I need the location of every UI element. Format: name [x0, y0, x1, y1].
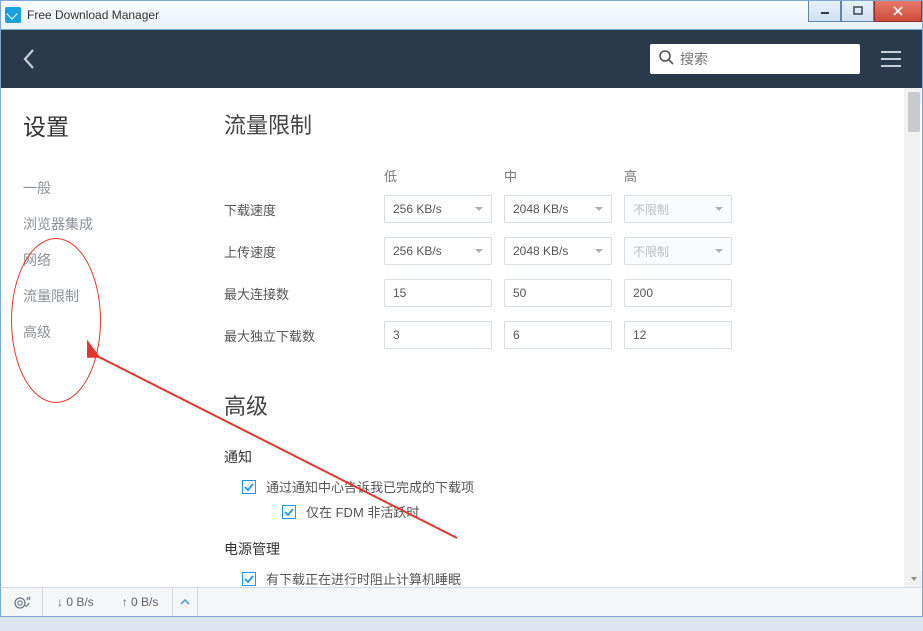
col-low: 低 [384, 166, 504, 185]
row-label: 下载速度 [224, 200, 384, 219]
notify-completed-label: 通过通知中心告诉我已完成的下载项 [266, 477, 474, 496]
row-label: 最大独立下载数 [224, 326, 384, 345]
speed-dropdown[interactable]: 不限制 [624, 237, 732, 265]
row-label: 上传速度 [224, 242, 384, 261]
col-mid: 中 [504, 166, 624, 185]
number-input[interactable]: 3 [384, 321, 492, 349]
menu-button[interactable] [876, 44, 906, 74]
speed-dropdown[interactable]: 不限制 [624, 195, 732, 223]
notify-inactive-row[interactable]: 仅在 FDM 非活跃时 [282, 502, 894, 521]
traffic-row: 最大独立下载数36 12 [224, 321, 894, 349]
speed-dropdown[interactable]: 2048 KB/s [504, 195, 612, 223]
traffic-row: 最大连接数15 50 200 [224, 279, 894, 307]
window-title: Free Download Manager [27, 8, 159, 22]
close-button[interactable] [874, 1, 922, 22]
number-input[interactable]: 12 [624, 321, 732, 349]
search-icon [658, 49, 674, 70]
power-prevent-sleep-label: 有下载正在进行时阻止计算机睡眠 [266, 569, 461, 587]
speed-dropdown[interactable]: 2048 KB/s [504, 237, 612, 265]
notify-inactive-label: 仅在 FDM 非活跃时 [306, 502, 419, 521]
main-area: 设置 一般 浏览器集成 网络 流量限制 高级 流量限制 低 中 高 下载速度25… [0, 88, 923, 587]
window-titlebar: Free Download Manager [0, 0, 923, 30]
search-input[interactable] [680, 51, 852, 67]
notify-label: 通知 [224, 447, 894, 467]
back-button[interactable] [17, 47, 41, 71]
settings-sidebar: 设置 一般 浏览器集成 网络 流量限制 高级 [1, 88, 196, 587]
search-box[interactable] [650, 44, 860, 74]
snail-mode-button[interactable] [1, 588, 43, 616]
scrollbar-thumb[interactable] [908, 92, 920, 132]
status-bar: ↓ 0 B/s ↑ 0 B/s [0, 587, 923, 617]
speed-dropdown[interactable]: 256 KB/s [384, 195, 492, 223]
sidebar-item-general[interactable]: 一般 [23, 170, 196, 206]
sidebar-item-advanced[interactable]: 高级 [23, 314, 196, 350]
number-input[interactable]: 15 [384, 279, 492, 307]
download-speed: ↓ 0 B/s [43, 595, 108, 609]
sidebar-item-browser[interactable]: 浏览器集成 [23, 206, 196, 242]
upload-speed: ↑ 0 B/s [108, 595, 173, 609]
sidebar-item-network[interactable]: 网络 [23, 242, 196, 278]
row-label: 最大连接数 [224, 284, 384, 303]
sidebar-title: 设置 [23, 108, 196, 142]
column-headers: 低 中 高 [384, 166, 894, 185]
power-label: 电源管理 [224, 539, 894, 559]
section-traffic-heading: 流量限制 [224, 108, 894, 140]
col-high: 高 [624, 166, 744, 185]
checkbox-checked-icon [242, 572, 256, 586]
traffic-row: 下载速度256 KB/s 2048 KB/s 不限制 [224, 195, 894, 223]
maximize-button[interactable] [841, 1, 874, 22]
number-input[interactable]: 50 [504, 279, 612, 307]
speed-dropdown[interactable]: 256 KB/s [384, 237, 492, 265]
number-input[interactable]: 200 [624, 279, 732, 307]
settings-content: 流量限制 低 中 高 下载速度256 KB/s2048 KB/s不限制上传速度2… [196, 88, 922, 587]
scrollbar-track[interactable] [904, 88, 920, 587]
number-input[interactable]: 6 [504, 321, 612, 349]
power-prevent-sleep-row[interactable]: 有下载正在进行时阻止计算机睡眠 [242, 569, 894, 587]
app-icon [5, 7, 21, 23]
notify-completed-row[interactable]: 通过通知中心告诉我已完成的下载项 [242, 477, 894, 496]
minimize-button[interactable] [808, 1, 841, 22]
sidebar-item-traffic[interactable]: 流量限制 [23, 278, 196, 314]
section-advanced-heading: 高级 [224, 389, 894, 421]
scroll-down-button[interactable] [906, 571, 922, 587]
app-header [0, 30, 923, 88]
checkbox-checked-icon [282, 505, 296, 519]
status-expand-button[interactable] [172, 588, 198, 616]
checkbox-checked-icon [242, 480, 256, 494]
traffic-row: 上传速度256 KB/s 2048 KB/s 不限制 [224, 237, 894, 265]
